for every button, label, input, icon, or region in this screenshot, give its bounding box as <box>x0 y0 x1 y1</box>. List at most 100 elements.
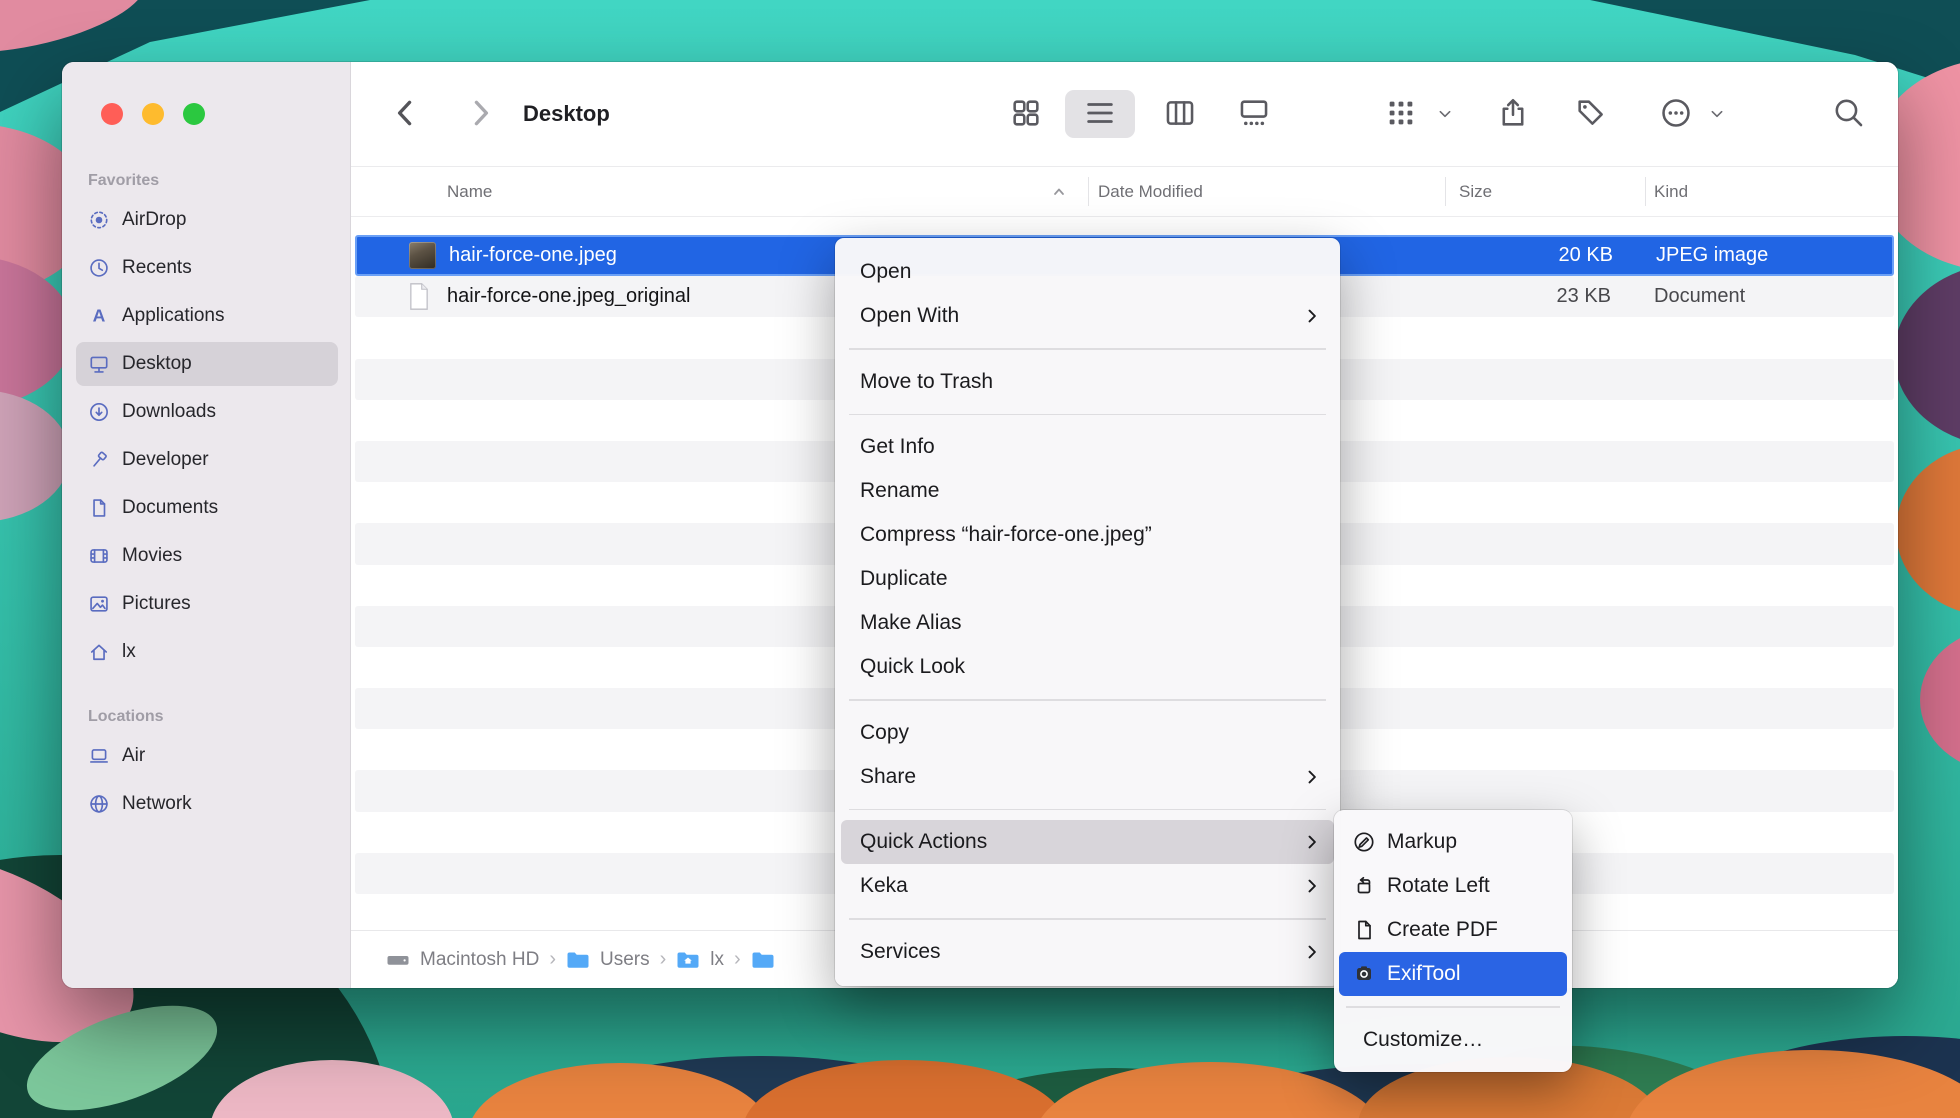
group-chevron[interactable] <box>1437 106 1453 122</box>
sidebar-item-downloads[interactable]: Downloads <box>76 390 338 434</box>
path-item-home[interactable]: lx <box>710 949 724 971</box>
sidebar-item-network[interactable]: Network <box>76 782 338 826</box>
menu-item-open-with[interactable]: Open With <box>841 294 1334 338</box>
menu-item-rename[interactable]: Rename <box>841 469 1334 513</box>
path-item-macintosh-hd[interactable]: Macintosh HD <box>420 949 539 971</box>
sidebar-section-locations: Locations <box>76 708 338 734</box>
image-thumbnail <box>409 242 436 269</box>
menu-item-services[interactable]: Services <box>841 930 1334 974</box>
path-separator: › <box>734 948 741 971</box>
airdrop-icon <box>88 209 110 231</box>
share-icon <box>1496 96 1530 130</box>
create-pdf-icon <box>1352 918 1376 942</box>
column-header-kind[interactable]: Kind <box>1654 167 1688 216</box>
submenu-item-rotate-left[interactable]: Rotate Left <box>1339 864 1567 908</box>
menu-item-label: Keka <box>860 874 908 898</box>
sidebar-item-label: Developer <box>122 449 209 471</box>
sort-indicator[interactable] <box>1051 167 1067 216</box>
submenu-item-label: Create PDF <box>1387 918 1498 942</box>
menu-item-keka[interactable]: Keka <box>841 864 1334 908</box>
menu-item-get-info[interactable]: Get Info <box>841 425 1334 469</box>
tags-button[interactable] <box>1573 95 1609 131</box>
more-actions-button[interactable] <box>1658 95 1694 131</box>
submenu-item-exiftool[interactable]: ExifTool <box>1339 952 1567 996</box>
menu-separator <box>849 414 1326 416</box>
column-header-date-modified[interactable]: Date Modified <box>1098 167 1203 216</box>
sidebar-item-documents[interactable]: Documents <box>76 486 338 530</box>
submenu-item-label: Markup <box>1387 830 1457 854</box>
file-size: 23 KB <box>1451 276 1611 317</box>
menu-item-make-alias[interactable]: Make Alias <box>841 601 1334 645</box>
gallery-view-icon <box>1237 96 1271 130</box>
submenu-chevron-icon <box>1302 306 1322 326</box>
more-actions-chevron[interactable] <box>1709 106 1725 122</box>
menu-item-duplicate[interactable]: Duplicate <box>841 557 1334 601</box>
file-name: hair-force-one.jpeg_original <box>447 276 690 317</box>
submenu-item-markup[interactable]: Markup <box>1339 820 1567 864</box>
menu-item-open[interactable]: Open <box>841 250 1334 294</box>
column-header-name[interactable]: Name <box>447 167 492 216</box>
menu-separator <box>1346 1006 1560 1008</box>
menu-item-quick-look[interactable]: Quick Look <box>841 645 1334 689</box>
document-icon <box>88 497 110 519</box>
menu-item-move-to-trash[interactable]: Move to Trash <box>841 360 1334 404</box>
menu-separator <box>849 809 1326 811</box>
sidebar: Favorites AirDrop Recents A Applications… <box>62 62 351 988</box>
applications-icon: A <box>88 305 110 327</box>
desktop-icon <box>88 353 110 375</box>
screen: Favorites AirDrop Recents A Applications… <box>0 0 1960 1118</box>
submenu-item-label: Rotate Left <box>1387 874 1490 898</box>
sidebar-item-home[interactable]: lx <box>76 630 338 674</box>
zoom-button[interactable] <box>183 103 205 125</box>
globe-icon <box>88 793 110 815</box>
forward-button[interactable] <box>462 95 498 131</box>
pictures-icon <box>88 593 110 615</box>
sidebar-item-pictures[interactable]: Pictures <box>76 582 338 626</box>
group-button[interactable] <box>1383 95 1419 131</box>
downloads-icon <box>88 401 110 423</box>
menu-separator <box>849 918 1326 920</box>
submenu-item-customize[interactable]: Customize… <box>1339 1018 1567 1062</box>
icon-view-button[interactable] <box>1008 95 1044 131</box>
window-controls <box>101 103 205 125</box>
sidebar-item-desktop[interactable]: Desktop <box>76 342 338 386</box>
column-view-icon <box>1163 96 1197 130</box>
menu-item-copy[interactable]: Copy <box>841 711 1334 755</box>
home-icon <box>88 641 110 663</box>
sidebar-item-applications[interactable]: A Applications <box>76 294 338 338</box>
sidebar-item-airdrop[interactable]: AirDrop <box>76 198 338 242</box>
sidebar-item-label: Downloads <box>122 401 216 423</box>
column-divider[interactable] <box>1088 177 1089 206</box>
menu-item-label: Services <box>860 940 941 964</box>
gallery-view-button[interactable] <box>1236 95 1272 131</box>
list-view-button[interactable] <box>1082 95 1118 131</box>
column-view-button[interactable] <box>1162 95 1198 131</box>
sidebar-item-air[interactable]: Air <box>76 734 338 778</box>
menu-item-quick-actions[interactable]: Quick Actions <box>841 820 1334 864</box>
exiftool-icon <box>1352 962 1376 986</box>
path-item-users[interactable]: Users <box>600 949 650 971</box>
submenu-item-create-pdf[interactable]: Create PDF <box>1339 908 1567 952</box>
column-divider[interactable] <box>1445 177 1446 206</box>
menu-item-label: Compress “hair-force-one.jpeg” <box>860 523 1152 547</box>
group-icon <box>1384 96 1418 130</box>
minimize-button[interactable] <box>142 103 164 125</box>
menu-item-share[interactable]: Share <box>841 755 1334 799</box>
sidebar-list: Favorites AirDrop Recents A Applications… <box>76 172 338 830</box>
share-button[interactable] <box>1495 95 1531 131</box>
search-button[interactable] <box>1831 95 1867 131</box>
folder-icon <box>751 950 775 970</box>
sidebar-item-movies[interactable]: Movies <box>76 534 338 578</box>
close-button[interactable] <box>101 103 123 125</box>
path-separator: › <box>549 948 556 971</box>
column-divider[interactable] <box>1645 177 1646 206</box>
sidebar-item-developer[interactable]: Developer <box>76 438 338 482</box>
list-view-icon <box>1083 96 1117 130</box>
sidebar-item-recents[interactable]: Recents <box>76 246 338 290</box>
menu-item-compress[interactable]: Compress “hair-force-one.jpeg” <box>841 513 1334 557</box>
column-header-size[interactable]: Size <box>1459 167 1492 216</box>
back-button[interactable] <box>388 95 424 131</box>
file-icon <box>409 237 436 274</box>
submenu-item-label: Customize… <box>1363 1028 1483 1052</box>
menu-item-label: Open With <box>860 304 959 328</box>
